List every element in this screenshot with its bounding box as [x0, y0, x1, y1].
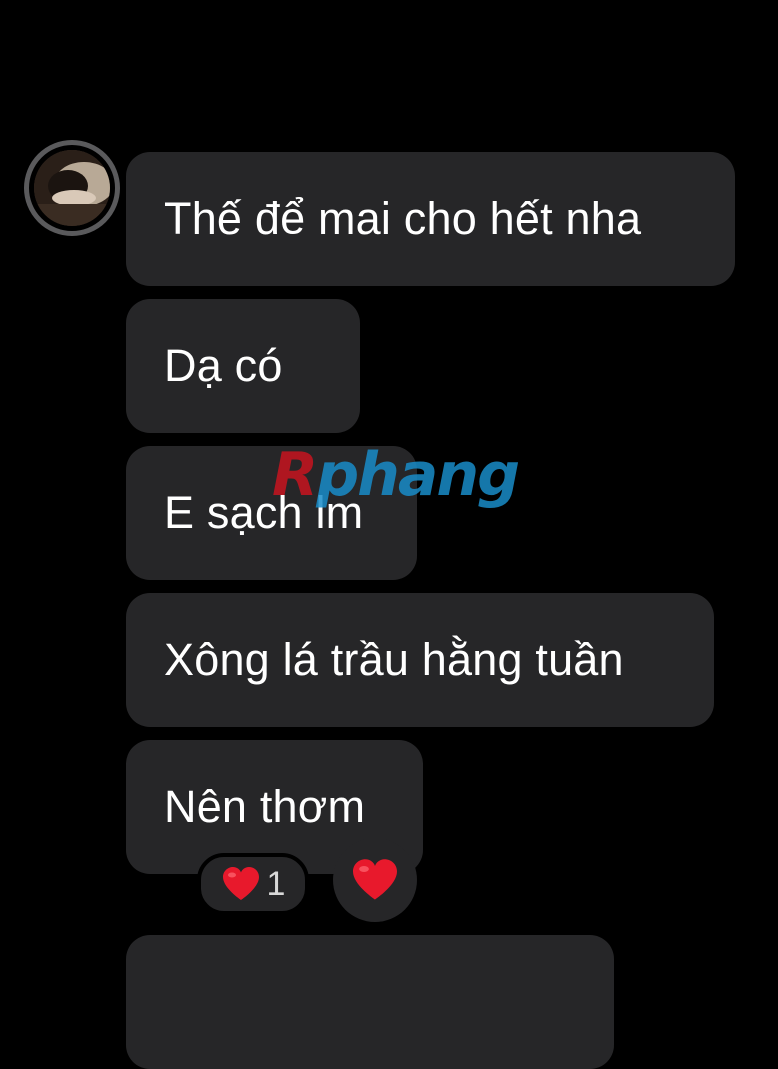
- heart-icon: [222, 867, 259, 900]
- message-bubble[interactable]: E sạch lm: [126, 446, 417, 580]
- reaction-count: 1: [266, 864, 286, 903]
- message-text: Dạ có: [164, 340, 283, 391]
- avatar-photo: [34, 150, 110, 226]
- react-button[interactable]: [333, 838, 417, 922]
- message-bubble-partial[interactable]: [126, 935, 614, 1069]
- message-text: Nên thơm: [164, 781, 366, 832]
- message-text: E sạch lm: [164, 487, 364, 538]
- message-text: Xông lá trầu hằng tuần: [164, 634, 624, 685]
- avatar-image: [34, 150, 110, 226]
- message-bubble[interactable]: Dạ có: [126, 299, 360, 433]
- heart-icon: [353, 859, 397, 900]
- sender-avatar[interactable]: [24, 140, 120, 236]
- message-bubble[interactable]: Thế để mai cho hết nha: [126, 152, 735, 286]
- message-text: Thế để mai cho hết nha: [164, 193, 642, 244]
- reaction-summary[interactable]: 1: [197, 853, 309, 915]
- message-bubble[interactable]: Xông lá trầu hằng tuần: [126, 593, 714, 727]
